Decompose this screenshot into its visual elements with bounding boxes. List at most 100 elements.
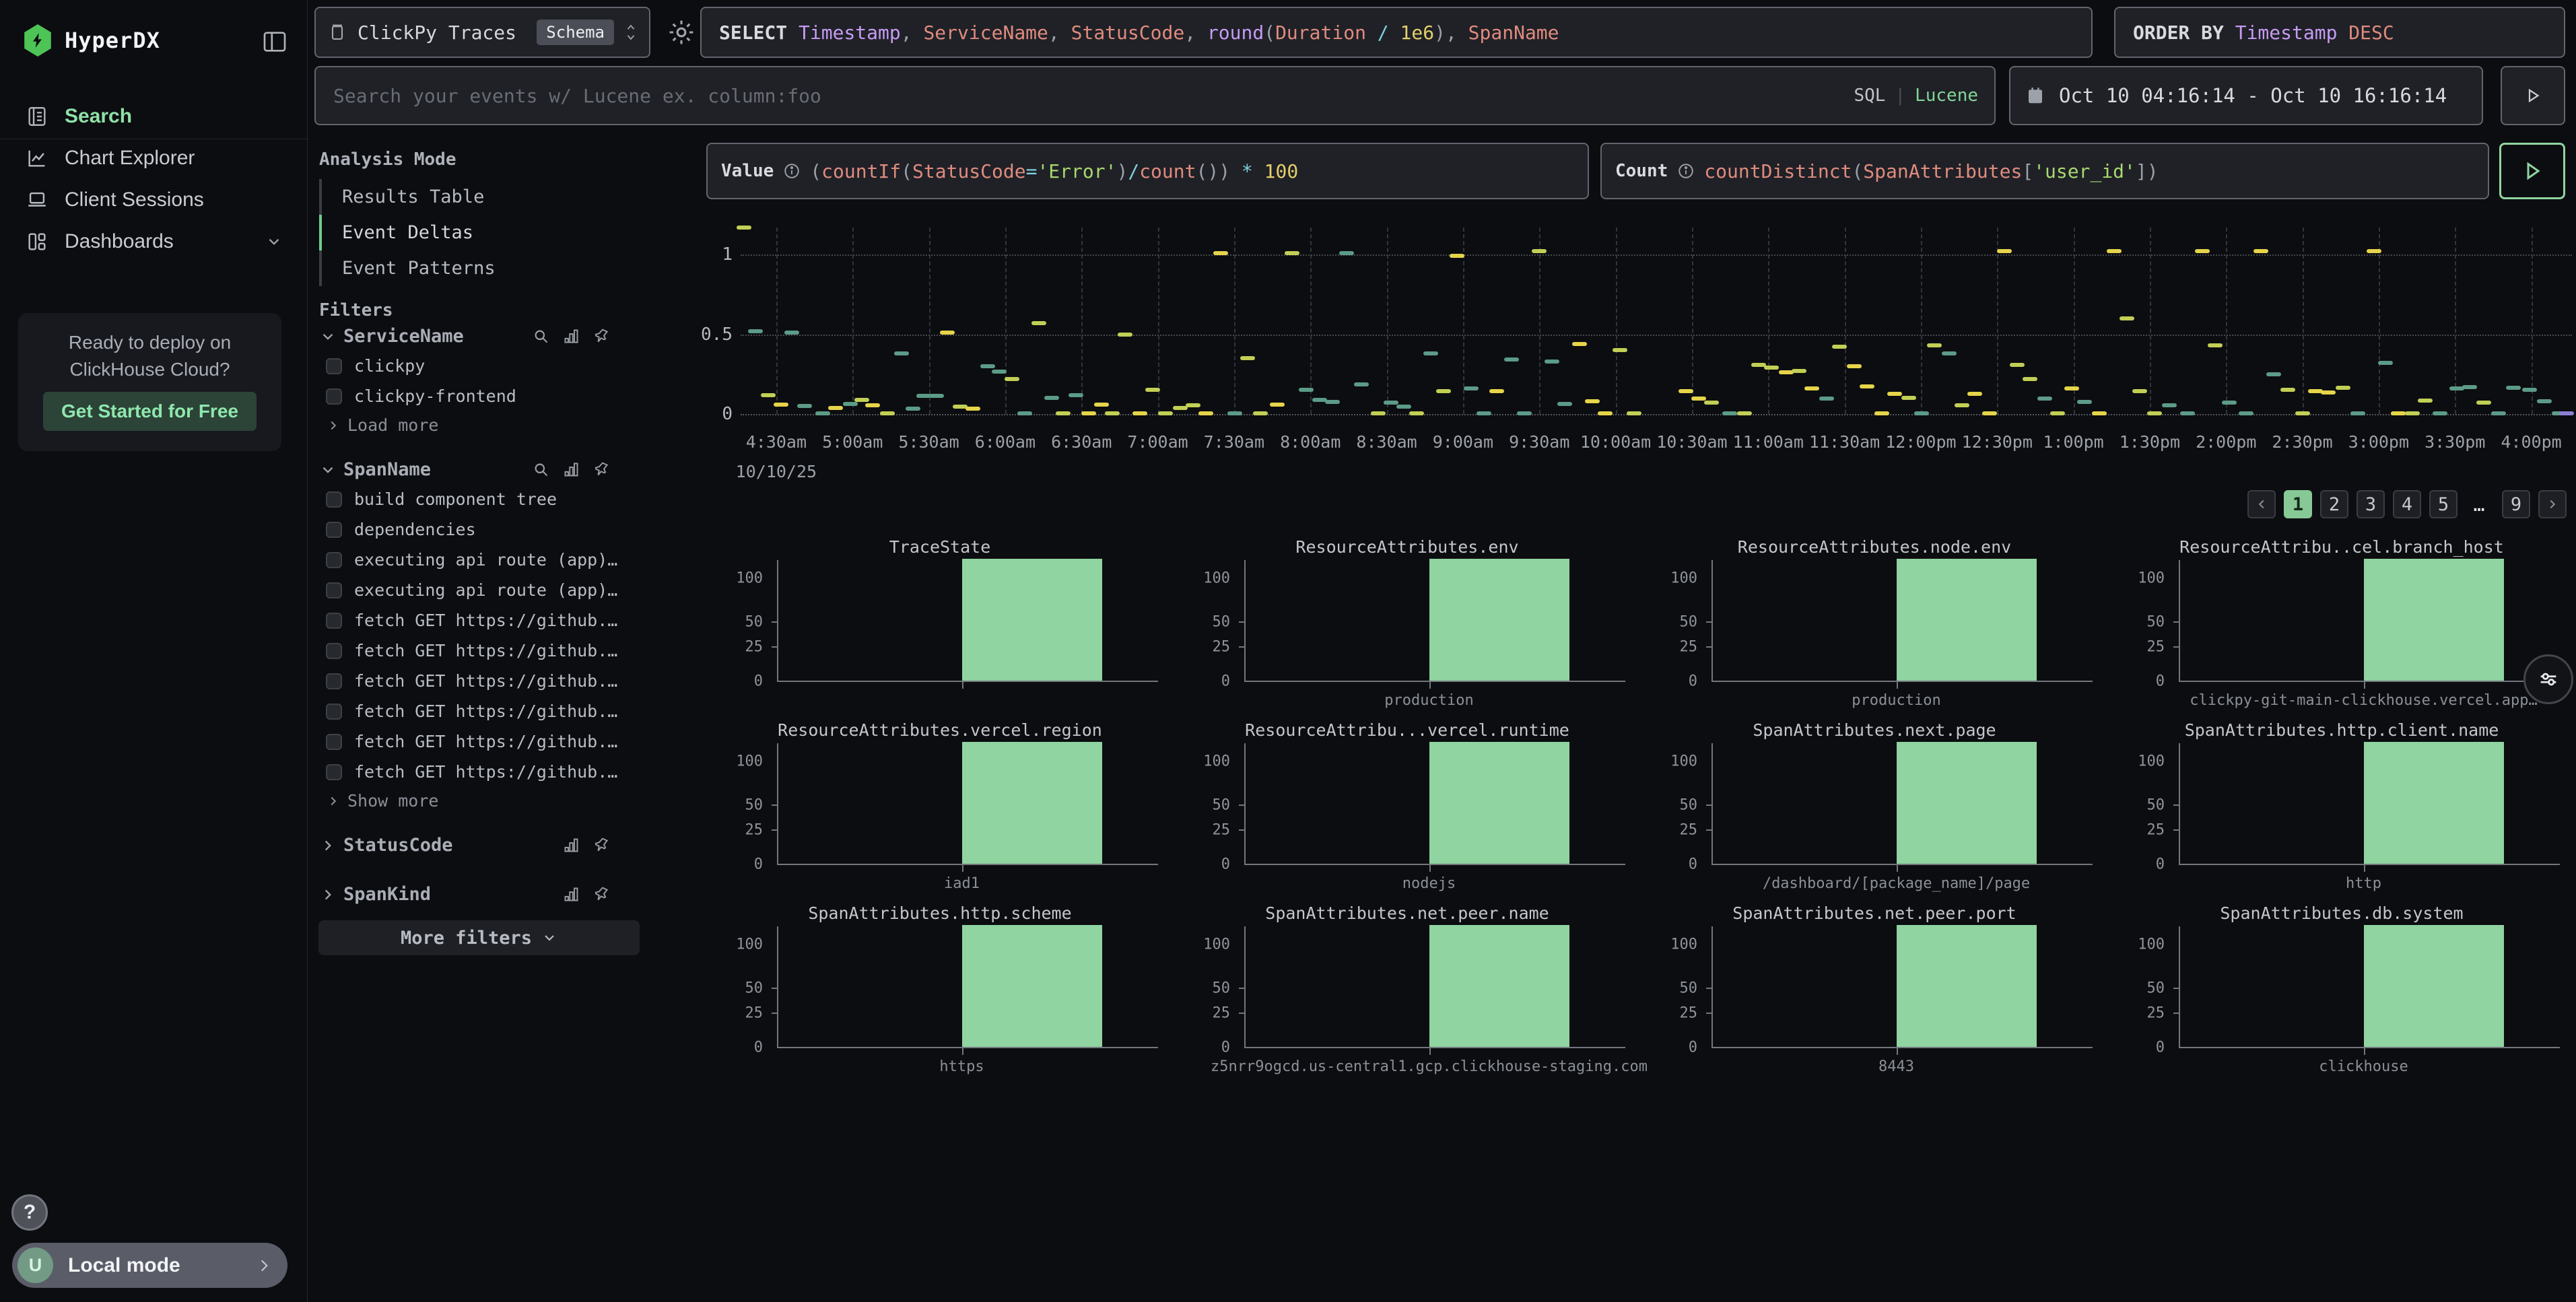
filter-groups: ServiceNameclickpyclickpy-frontendLoad m… bbox=[319, 322, 642, 929]
filter-option[interactable]: fetch GET https://github.… bbox=[319, 636, 642, 666]
page-9-button[interactable]: 9 bbox=[2502, 490, 2530, 518]
data-point bbox=[1557, 402, 1572, 406]
filter-option[interactable]: build component tree bbox=[319, 484, 642, 514]
data-point bbox=[1396, 405, 1411, 409]
data-point bbox=[1069, 393, 1083, 397]
checkbox[interactable] bbox=[326, 613, 342, 629]
get-started-button[interactable]: Get Started for Free bbox=[43, 392, 257, 431]
chevron-right-icon bbox=[319, 837, 337, 854]
data-point bbox=[828, 406, 843, 410]
filter-option[interactable]: executing api route (app)… bbox=[319, 575, 642, 605]
data-point bbox=[1158, 411, 1173, 415]
checkbox[interactable] bbox=[326, 388, 342, 405]
checkbox[interactable] bbox=[326, 764, 342, 780]
analysis-mode-event-patterns[interactable]: Event Patterns bbox=[319, 250, 602, 286]
filter-group-header[interactable]: ServiceName bbox=[319, 322, 642, 351]
field-chart-title: ResourceAttributes.node.env bbox=[1641, 537, 2108, 557]
more-filters-button[interactable]: More filters bbox=[318, 920, 640, 955]
data-point bbox=[2253, 249, 2268, 253]
bar bbox=[1429, 925, 1570, 1047]
analysis-mode-event-deltas[interactable]: Event Deltas bbox=[319, 215, 602, 250]
bars-icon[interactable] bbox=[562, 460, 580, 479]
sidebar-item-dashboards[interactable]: Dashboards bbox=[0, 221, 307, 263]
lucene-language-option[interactable]: Lucene bbox=[1915, 85, 1978, 106]
field-chart-title: SpanAttributes.net.peer.port bbox=[1641, 903, 2108, 923]
bars-icon[interactable] bbox=[562, 836, 580, 854]
checkbox[interactable] bbox=[326, 358, 342, 374]
checkbox[interactable] bbox=[326, 491, 342, 508]
checkbox[interactable] bbox=[326, 552, 342, 568]
data-point bbox=[1339, 251, 1354, 255]
gear-icon[interactable] bbox=[667, 18, 696, 47]
page-prev-button[interactable] bbox=[2247, 490, 2276, 518]
live-tail-button[interactable] bbox=[2501, 66, 2565, 125]
filter-group-header[interactable]: StatusCode bbox=[319, 831, 642, 860]
bars-icon[interactable] bbox=[562, 327, 580, 345]
user-menu[interactable]: U Local mode bbox=[12, 1243, 287, 1288]
page-2-button[interactable]: 2 bbox=[2320, 490, 2348, 518]
sql-token: ORDER BY bbox=[2133, 22, 2224, 44]
filter-group-header[interactable]: SpanKind bbox=[319, 880, 642, 909]
data-source-select[interactable]: ClickPy Traces Schema bbox=[314, 7, 650, 58]
data-point bbox=[1572, 342, 1587, 346]
pin-icon[interactable] bbox=[592, 460, 611, 479]
page-5-button[interactable]: 5 bbox=[2429, 490, 2458, 518]
filter-option[interactable]: fetch GET https://github.… bbox=[319, 696, 642, 726]
checkbox[interactable] bbox=[326, 582, 342, 598]
checkbox[interactable] bbox=[326, 643, 342, 659]
data-point bbox=[1967, 392, 1982, 396]
filter-option[interactable]: clickpy-frontend bbox=[319, 381, 642, 411]
checkbox[interactable] bbox=[326, 522, 342, 538]
order-by-input[interactable]: ORDER BY Timestamp DESC bbox=[2114, 7, 2565, 58]
sql-select-input[interactable]: SELECT Timestamp, ServiceName, StatusCod… bbox=[700, 7, 2093, 58]
sidebar-item-client-sessions[interactable]: Client Sessions bbox=[0, 179, 307, 221]
pin-icon[interactable] bbox=[592, 885, 611, 903]
sidebar-item-search[interactable]: Search bbox=[0, 96, 307, 137]
data-point bbox=[2010, 363, 2025, 367]
checkbox[interactable] bbox=[326, 704, 342, 720]
count-expression-field[interactable]: Count countDistinct(SpanAttributes['user… bbox=[1600, 143, 2489, 199]
bars-icon[interactable] bbox=[562, 885, 580, 903]
checkbox[interactable] bbox=[326, 734, 342, 750]
filter-option[interactable]: executing api route (app)… bbox=[319, 545, 642, 575]
time-range-picker[interactable]: Oct 10 04:16:14 - Oct 10 16:16:14 bbox=[2009, 66, 2483, 125]
filter-group-header[interactable]: SpanName bbox=[319, 455, 642, 484]
filter-option[interactable]: clickpy bbox=[319, 351, 642, 381]
chart-settings-fab[interactable] bbox=[2523, 654, 2573, 704]
help-button[interactable]: ? bbox=[11, 1194, 48, 1231]
data-point bbox=[2180, 411, 2195, 415]
filter-option[interactable]: fetch GET https://github.… bbox=[319, 666, 642, 696]
pin-icon[interactable] bbox=[592, 327, 611, 345]
sql-token: / bbox=[1378, 22, 1389, 44]
show-more-link[interactable]: Show more bbox=[319, 787, 642, 811]
chevron-right-icon bbox=[319, 886, 337, 903]
page-3-button[interactable]: 3 bbox=[2357, 490, 2385, 518]
dashboard-icon bbox=[26, 230, 48, 253]
sql-token bbox=[1253, 160, 1264, 182]
search-input[interactable] bbox=[332, 84, 1840, 108]
checkbox[interactable] bbox=[326, 673, 342, 689]
data-point bbox=[2266, 372, 2281, 376]
load-more-link[interactable]: Load more bbox=[319, 411, 642, 435]
value-expression-field[interactable]: Value (countIf(StatusCode='Error')/count… bbox=[706, 143, 1589, 199]
page-4-button[interactable]: 4 bbox=[2393, 490, 2421, 518]
search-icon[interactable] bbox=[532, 327, 550, 345]
filter-option[interactable]: fetch GET https://github.… bbox=[319, 605, 642, 636]
schema-badge[interactable]: Schema bbox=[537, 20, 614, 45]
x-axis-tick bbox=[962, 682, 963, 689]
filter-option[interactable]: fetch GET https://github.… bbox=[319, 757, 642, 787]
pin-icon[interactable] bbox=[592, 836, 611, 854]
run-query-button[interactable] bbox=[2499, 143, 2565, 199]
data-point bbox=[1105, 411, 1120, 415]
collapse-sidebar-icon[interactable] bbox=[261, 28, 288, 55]
search-icon[interactable] bbox=[532, 460, 550, 479]
sidebar-item-chart-explorer[interactable]: Chart Explorer bbox=[0, 137, 307, 179]
analysis-mode-results-table[interactable]: Results Table bbox=[319, 179, 602, 215]
y-axis-tick-label: 0 bbox=[1221, 1039, 1230, 1056]
filter-option[interactable]: dependencies bbox=[319, 514, 642, 545]
filter-option[interactable]: fetch GET https://github.… bbox=[319, 726, 642, 757]
page-1-button[interactable]: 1 bbox=[2284, 490, 2312, 518]
y-axis-tick-label: 0 bbox=[754, 673, 763, 690]
page-next-button[interactable] bbox=[2538, 490, 2567, 518]
sql-language-option[interactable]: SQL bbox=[1854, 85, 1885, 106]
